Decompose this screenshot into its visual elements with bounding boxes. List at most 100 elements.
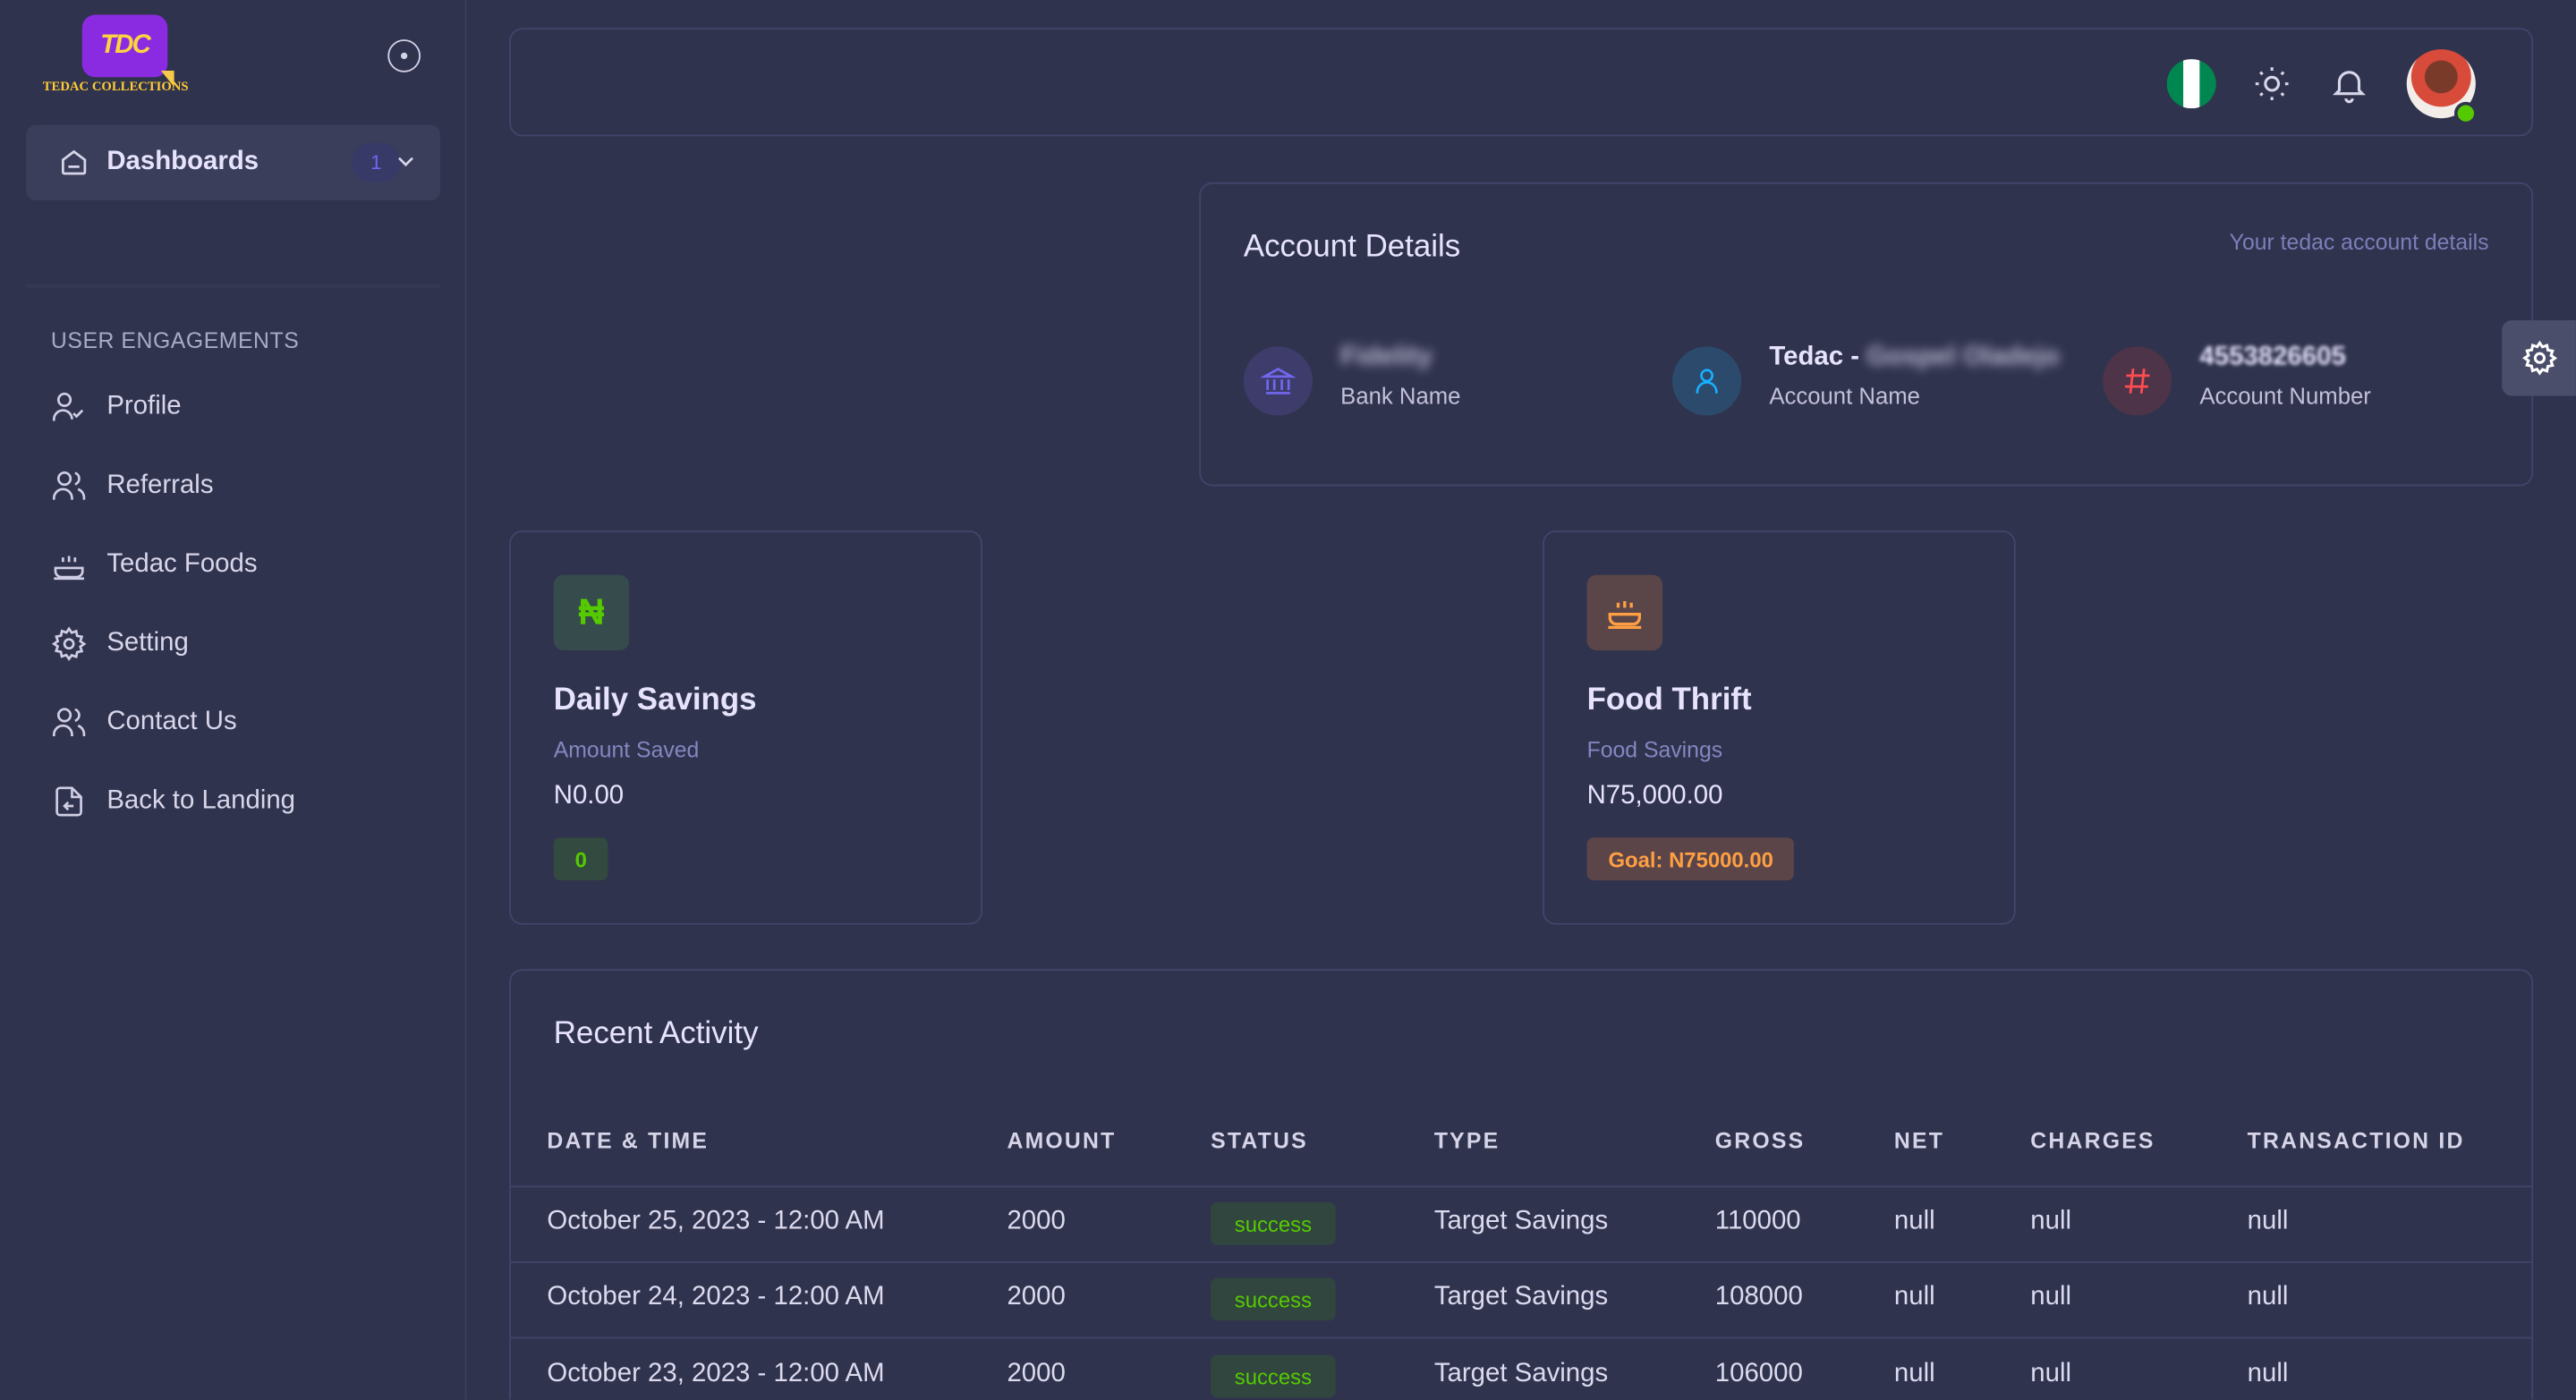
- cell-date: October 23, 2023 - 12:00 AM: [547, 1360, 885, 1388]
- brand-name: TEDAC COLLECTIONS: [42, 79, 189, 94]
- cell-transaction-id: null: [2247, 1282, 2289, 1311]
- chevron-down-icon[interactable]: [395, 149, 418, 173]
- column-header: GROSS: [1714, 1128, 1806, 1153]
- top-navbar: [509, 28, 2534, 137]
- cell-type: Target Savings: [1433, 1360, 1609, 1388]
- card-title: Recent Activity: [553, 1016, 759, 1052]
- cell-net: null: [1893, 1282, 1935, 1311]
- logo-mark: TDC: [81, 14, 174, 88]
- status-badge: success: [1211, 1354, 1336, 1398]
- card-title: Daily Savings: [553, 683, 757, 718]
- bank-name-label: Bank Name: [1340, 382, 1461, 410]
- account-name-blurred: Gospel Oladejo: [1866, 343, 2060, 371]
- sidebar-item-dashboards[interactable]: Dashboards 1: [26, 124, 441, 200]
- cell-date: October 25, 2023 - 12:00 AM: [547, 1207, 885, 1235]
- brand-logo[interactable]: TDC TEDAC COLLECTIONS: [42, 14, 224, 100]
- home-icon: [62, 149, 87, 175]
- cell-transaction-id: null: [2247, 1360, 2289, 1388]
- cell-amount: 2000: [1007, 1282, 1066, 1311]
- cell-date: October 24, 2023 - 12:00 AM: [547, 1282, 885, 1311]
- cell-net: null: [1893, 1360, 1935, 1388]
- recent-activity-card: Recent Activity DATE & TIME AMOUNT STATU…: [509, 969, 2534, 1400]
- users-icon: [52, 471, 86, 500]
- sidebar-item-back-to-landing[interactable]: Back to Landing: [51, 776, 446, 826]
- sidebar-item-tedac-foods[interactable]: Tedac Foods: [51, 540, 446, 590]
- user-check-icon: [52, 392, 84, 421]
- daily-savings-card: ₦ Daily Savings Amount Saved N0.00 0: [509, 530, 982, 925]
- gear-icon: [51, 626, 87, 661]
- cell-charges: null: [2030, 1207, 2072, 1235]
- bell-icon[interactable]: [2329, 64, 2368, 104]
- column-header: CHARGES: [2030, 1128, 2155, 1153]
- account-number-value: 4553826605: [2199, 343, 2346, 371]
- file-arrow-icon: [55, 786, 82, 817]
- account-details-card: Account Details Your tedac account detai…: [1199, 182, 2534, 487]
- sidebar-item-setting[interactable]: Setting: [51, 619, 446, 668]
- online-status-dot: [2453, 101, 2478, 125]
- sidebar-item-label: Dashboards: [106, 148, 259, 176]
- table-divider: [510, 1336, 2532, 1339]
- sidebar-item-profile[interactable]: Profile: [51, 383, 446, 432]
- cell-transaction-id: null: [2247, 1207, 2289, 1235]
- card-subtitle: Your tedac account details: [2229, 230, 2489, 255]
- sidebar-item-referrals[interactable]: Referrals: [51, 462, 446, 511]
- cell-type: Target Savings: [1433, 1282, 1609, 1311]
- bank-icon: [1243, 346, 1313, 416]
- sidebar-item-label: Back to Landing: [106, 786, 296, 815]
- card-subtitle: Amount Saved: [553, 737, 700, 762]
- goal-badge: Goal: N75000.00: [1586, 837, 1795, 881]
- card-subtitle: Food Savings: [1586, 737, 1723, 762]
- sidebar-item-contact-us[interactable]: Contact Us: [51, 698, 446, 747]
- column-header: TYPE: [1433, 1128, 1501, 1153]
- theme-toggle-sun-icon[interactable]: [2252, 64, 2291, 104]
- users-icon: [52, 708, 86, 736]
- nigeria-flag-icon[interactable]: [2166, 59, 2216, 109]
- sidebar: TDC TEDAC COLLECTIONS Dashboards 1 USER …: [0, 0, 467, 1400]
- sidebar-item-label: Setting: [106, 629, 189, 658]
- column-header: TRANSACTION ID: [2247, 1128, 2465, 1153]
- cell-amount: 2000: [1007, 1207, 1066, 1235]
- cell-charges: null: [2030, 1360, 2072, 1388]
- sidebar-item-label: Profile: [106, 392, 182, 421]
- bowl-icon: [1586, 574, 1663, 651]
- sidebar-item-label: Referrals: [106, 471, 214, 500]
- bowl-icon: [54, 556, 84, 581]
- savings-count-badge: 0: [553, 837, 608, 881]
- sidebar-divider: [26, 284, 441, 288]
- column-header: STATUS: [1211, 1128, 1308, 1153]
- bank-name-value: Fidelity: [1340, 343, 1433, 371]
- customizer-gear-icon[interactable]: [2502, 320, 2576, 396]
- card-title: Food Thrift: [1586, 683, 1752, 718]
- hash-icon: [2103, 346, 2172, 416]
- amount-value: N75,000.00: [1586, 781, 1723, 810]
- status-badge: success: [1211, 1277, 1336, 1321]
- user-icon: [1672, 346, 1742, 416]
- account-name-prefix: Tedac -: [1769, 343, 1860, 371]
- cell-gross: 106000: [1714, 1360, 1803, 1388]
- section-title: USER ENGAGEMENTS: [50, 328, 300, 353]
- cell-amount: 2000: [1007, 1360, 1066, 1388]
- cell-type: Target Savings: [1433, 1207, 1609, 1235]
- cell-gross: 108000: [1714, 1282, 1803, 1311]
- cell-net: null: [1893, 1207, 1935, 1235]
- sidebar-item-label: Contact Us: [106, 708, 237, 736]
- column-header: DATE & TIME: [547, 1128, 710, 1153]
- food-thrift-card: Food Thrift Food Savings N75,000.00 Goal…: [1543, 530, 2016, 925]
- card-title: Account Details: [1243, 230, 1461, 265]
- account-number-label: Account Number: [2199, 382, 2371, 410]
- column-header: AMOUNT: [1007, 1128, 1117, 1153]
- cell-charges: null: [2030, 1282, 2072, 1311]
- collapse-sidebar-icon[interactable]: [387, 39, 421, 72]
- naira-symbol: ₦: [578, 590, 605, 632]
- app-window: TDC TEDAC COLLECTIONS Dashboards 1 USER …: [0, 0, 2576, 1400]
- account-name-value: Tedac - Gospel Oladejo: [1769, 344, 2059, 373]
- sidebar-item-label: Tedac Foods: [106, 550, 258, 579]
- amount-value: N0.00: [553, 781, 625, 810]
- cell-gross: 110000: [1714, 1207, 1801, 1235]
- table-divider: [510, 1185, 2532, 1188]
- table-divider: [510, 1261, 2532, 1263]
- status-badge: success: [1211, 1201, 1336, 1245]
- naira-icon: ₦: [553, 574, 630, 651]
- column-header: NET: [1893, 1128, 1945, 1153]
- account-name-label: Account Name: [1769, 382, 1920, 410]
